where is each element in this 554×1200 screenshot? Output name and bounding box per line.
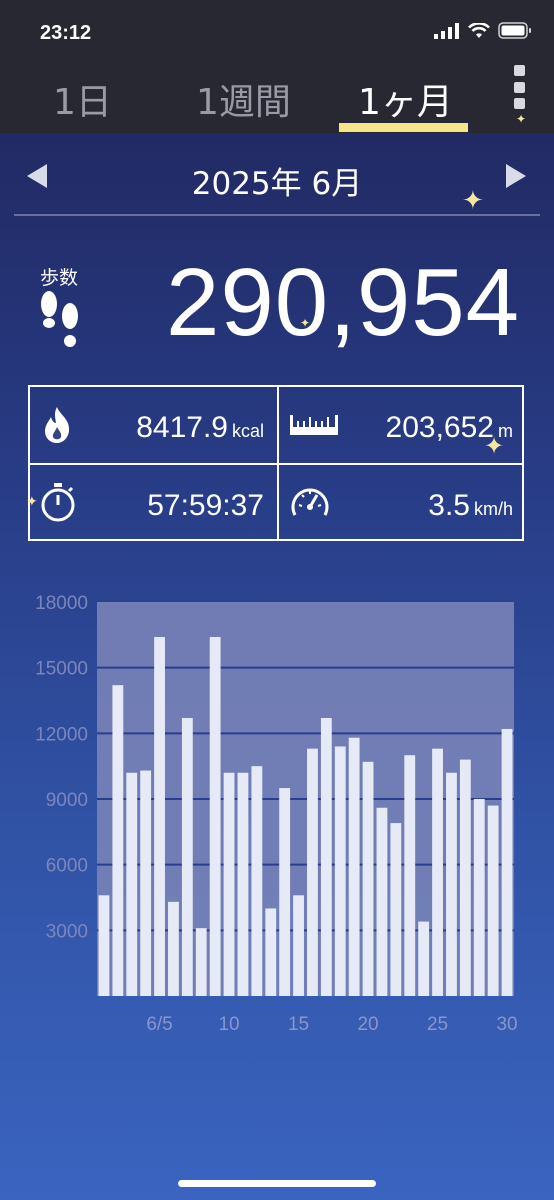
- sparkle-decoration: ✦: [484, 432, 505, 460]
- chart-bar: [293, 895, 304, 996]
- chart-bar: [140, 770, 152, 996]
- tab-week[interactable]: 1週間: [196, 73, 291, 125]
- chart-bar: [487, 805, 499, 996]
- chart-bar: [418, 921, 430, 996]
- chart-bar: [112, 685, 124, 996]
- speed-unit: km/h: [473, 499, 513, 519]
- sparkle-decoration: ✦: [26, 494, 38, 510]
- chart-bar: [362, 761, 374, 996]
- chart-bar: [348, 737, 360, 996]
- chart-bar: [237, 772, 249, 996]
- chart-bar: [265, 908, 277, 996]
- chart-bar: [126, 772, 138, 996]
- y-tick-label: 3000: [46, 921, 88, 942]
- distance-value: 203,652: [385, 411, 494, 444]
- chart-bar: [376, 807, 388, 996]
- period-tab-bar: 1日 1週間 1ヶ月: [0, 55, 554, 133]
- chart-bar: [168, 901, 179, 996]
- tab-month[interactable]: 1ヶ月: [358, 73, 453, 125]
- chart-bar: [501, 728, 513, 996]
- chart-bar: [473, 799, 485, 996]
- chart-bar: [154, 637, 165, 996]
- steps-label: 歩数: [40, 267, 79, 289]
- stats-grid: 8417.9 kcal 203,652 m 57:59:37 3.5 km/h: [28, 385, 524, 541]
- calories-cell: 8417.9 kcal: [30, 387, 276, 463]
- calories-value: 8417.9: [136, 411, 228, 444]
- sparkle-decoration: ✦: [462, 186, 484, 216]
- stopwatch-icon: [41, 483, 75, 522]
- x-tick-label: 6/5: [146, 1014, 172, 1035]
- battery-icon: [498, 22, 531, 39]
- menu-dot-icon: [513, 98, 525, 109]
- chart-bar: [446, 772, 457, 996]
- more-menu-button[interactable]: [508, 65, 530, 109]
- chart-bar: [195, 928, 207, 996]
- x-tick-label: 30: [496, 1014, 517, 1035]
- steps-bar-chart: 3000 6000 9000 12000 15000 18000 6/5 10 15 20 25 30: [35, 593, 517, 1035]
- next-month-button[interactable]: [506, 164, 526, 188]
- y-tick-label: 12000: [35, 724, 88, 745]
- cellular-signal-icon: [434, 22, 459, 39]
- chart-bar: [279, 788, 291, 996]
- menu-dot-icon: [513, 65, 525, 76]
- x-tick-label: 10: [218, 1014, 239, 1035]
- footprints-icon: [41, 291, 78, 347]
- chart-bar: [209, 637, 221, 996]
- sparkle-decoration: ✦: [516, 112, 527, 126]
- chart-bar: [334, 746, 346, 996]
- active-tab-indicator: [339, 123, 468, 132]
- chart-bar: [390, 823, 402, 996]
- home-indicator: [178, 1180, 376, 1187]
- chart-bar: [181, 718, 193, 996]
- chart-bar: [251, 766, 263, 996]
- y-tick-label: 9000: [46, 790, 88, 811]
- x-tick-label: 15: [288, 1014, 309, 1035]
- status-icons: [434, 22, 532, 39]
- flame-icon: [45, 407, 70, 443]
- x-tick-label: 20: [357, 1014, 378, 1035]
- menu-dot-icon: [513, 81, 525, 93]
- y-tick-label: 6000: [46, 856, 88, 877]
- duration-cell: 57:59:37: [30, 465, 276, 541]
- ruler-icon: [290, 415, 338, 435]
- chart-bar: [98, 895, 110, 996]
- chart-bar: [320, 718, 332, 996]
- speed-value: 3.5: [428, 489, 470, 522]
- chart-bar: [307, 748, 318, 996]
- calories-unit: kcal: [231, 421, 264, 441]
- chart-bar: [223, 772, 235, 996]
- chart-bar: [459, 759, 471, 996]
- total-steps-value: 290,954: [165, 249, 520, 356]
- chart-bar: [404, 755, 416, 996]
- y-tick-label: 15000: [35, 659, 88, 680]
- y-tick-label: 18000: [35, 593, 88, 614]
- tab-day[interactable]: 1日: [53, 73, 112, 125]
- wifi-icon: [468, 22, 490, 38]
- chart-bar: [432, 748, 443, 996]
- speed-cell: 3.5 km/h: [279, 465, 525, 541]
- duration-value: 57:59:37: [147, 489, 264, 522]
- sparkle-decoration: ✦: [300, 316, 311, 330]
- monthly-steps-chart: 3000 6000 9000 12000 15000 18000 6/5 10 15 20 25 30: [0, 580, 554, 1040]
- x-tick-label: 25: [427, 1014, 448, 1035]
- status-time: 23:12: [40, 22, 92, 44]
- speedometer-icon: [291, 488, 329, 516]
